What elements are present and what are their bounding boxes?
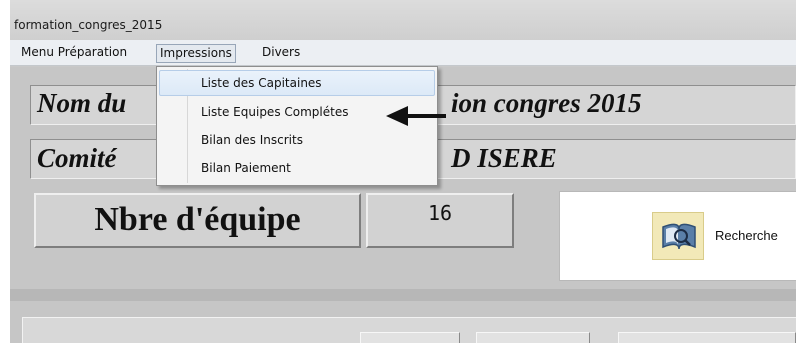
- menuitem-bilan-paiement[interactable]: Bilan Paiement: [159, 155, 435, 181]
- nom-label: Nom du: [37, 88, 127, 118]
- comite-label: Comité: [37, 143, 117, 173]
- nbre-equipe-label: Nbre d'équipe: [34, 193, 361, 248]
- bottom-button-1[interactable]: [360, 332, 460, 343]
- menu-impressions[interactable]: Impressions: [156, 44, 236, 63]
- search-book-icon[interactable]: [652, 212, 704, 260]
- comite-value: D ISERE: [451, 143, 557, 173]
- separator-bar: [10, 289, 796, 301]
- menu-preparation[interactable]: Menu Préparation: [18, 44, 130, 63]
- bottom-field[interactable]: [618, 332, 796, 343]
- menu-divers[interactable]: Divers: [259, 44, 303, 63]
- title-bar: formation_congres_2015: [10, 0, 796, 40]
- menuitem-liste-capitaines[interactable]: Liste des Capitaines: [159, 70, 435, 96]
- nom-value: ion congres 2015: [451, 88, 642, 118]
- left-arrow-icon: [386, 106, 446, 126]
- nbre-equipe-value[interactable]: 16: [366, 193, 514, 248]
- menu-bar: Menu Préparation Impressions Divers: [10, 40, 796, 66]
- search-panel: Recherche: [559, 191, 796, 281]
- bottom-button-2[interactable]: [476, 332, 590, 343]
- menuitem-bilan-inscrits[interactable]: Bilan des Inscrits: [159, 127, 435, 153]
- window-title: formation_congres_2015: [14, 18, 163, 32]
- search-label[interactable]: Recherche: [715, 228, 778, 243]
